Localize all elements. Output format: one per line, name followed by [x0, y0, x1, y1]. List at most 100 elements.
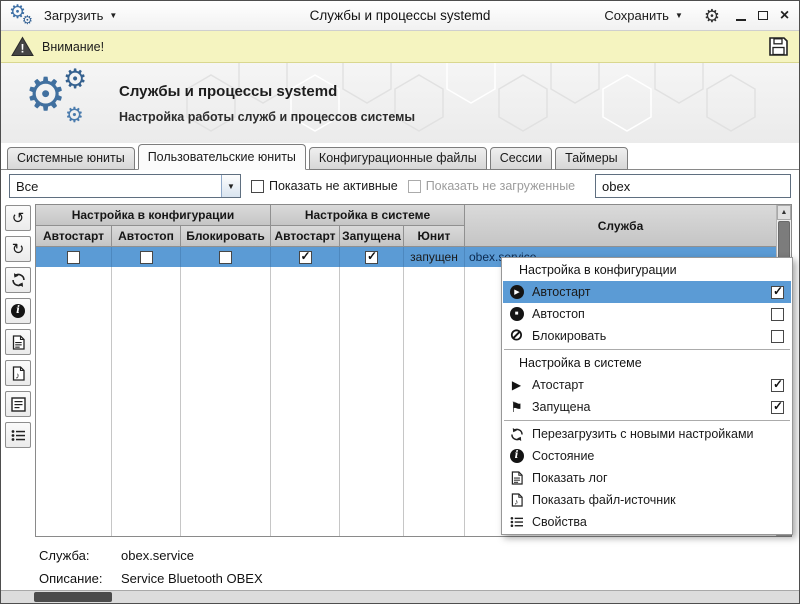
- titlebar-right: Сохранить ▼ ⚙ ×: [595, 4, 791, 27]
- journal-button[interactable]: [5, 391, 31, 417]
- titlebar: ⚙ ⚙ Загрузить ▼ Службы и процессы system…: [1, 1, 799, 31]
- show-log-button[interactable]: [5, 329, 31, 355]
- settings-gear-icon[interactable]: ⚙: [704, 7, 720, 25]
- checkbox-box[interactable]: [251, 179, 264, 193]
- warning-triangle-icon: !: [11, 36, 34, 56]
- scope-dropdown-value: Все: [16, 178, 39, 194]
- svg-text:♪: ♪: [15, 370, 20, 380]
- empty-column-area: [36, 267, 112, 536]
- chevron-down-icon: ▼: [109, 11, 118, 20]
- svg-text:!: !: [21, 42, 25, 56]
- config-block-checkbox[interactable]: [219, 250, 232, 264]
- tab-user-units[interactable]: Пользовательские юниты: [137, 144, 306, 170]
- cell-config-block[interactable]: [181, 247, 271, 267]
- menu-item-properties[interactable]: Свойства: [503, 511, 791, 533]
- context-menu-section-config: Настройка в конфигурации: [519, 263, 677, 277]
- tab-sessions[interactable]: Сессии: [489, 147, 553, 170]
- menu-item-show-source[interactable]: ♪ Показать файл-источник: [503, 489, 791, 511]
- column-header-block[interactable]: Блокировать: [181, 226, 271, 247]
- column-header-autostart-config[interactable]: Автостарт: [36, 226, 112, 247]
- block-icon: ⊘: [509, 327, 524, 344]
- show-unloaded-checkbox[interactable]: Показать не загруженные: [407, 179, 575, 193]
- group-header-system: Настройка в системе: [271, 205, 465, 226]
- page-title: Службы и процессы systemd: [119, 83, 338, 100]
- maximize-button[interactable]: [756, 9, 769, 22]
- warning-message: Внимание!: [42, 39, 105, 54]
- journal-icon: [10, 396, 26, 412]
- cell-config-autostop[interactable]: [112, 247, 181, 267]
- service-value: obex.service: [121, 548, 194, 563]
- refresh-button[interactable]: ↻: [5, 236, 31, 262]
- properties-button[interactable]: [5, 422, 31, 448]
- description-label: Описание:: [39, 571, 103, 586]
- context-menu-section-system: Настройка в системе: [519, 356, 642, 370]
- play-icon: ▶: [511, 378, 522, 392]
- scope-dropdown[interactable]: Все ▼: [9, 174, 241, 198]
- config-autostart-checkbox[interactable]: [67, 250, 80, 264]
- save-menu-button[interactable]: Сохранить ▼: [595, 4, 692, 27]
- tab-system-units[interactable]: Системные юниты: [7, 147, 135, 170]
- close-button[interactable]: ×: [778, 8, 791, 24]
- show-inactive-label: Показать не активные: [269, 179, 398, 193]
- menu-item-running[interactable]: ⚑ Запущена: [503, 396, 791, 418]
- system-running-checkbox[interactable]: [365, 249, 378, 264]
- scroll-up-icon[interactable]: ▲: [777, 205, 791, 220]
- column-header-autostart-system[interactable]: Автостарт: [271, 226, 340, 247]
- show-inactive-checkbox[interactable]: Показать не активные: [251, 179, 398, 193]
- description-value: Service Bluetooth OBEX: [121, 571, 263, 586]
- menu-autostart-checkbox[interactable]: [771, 284, 784, 299]
- menu-item-autostart[interactable]: ▶ Автостарт: [503, 281, 791, 303]
- tab-timers[interactable]: Таймеры: [555, 147, 628, 170]
- refresh-icon: ↻: [11, 241, 25, 258]
- page-header: ⚙ ⚙ ⚙ Службы и процессы systemd Настройк…: [1, 63, 799, 143]
- reload-units-button[interactable]: [5, 267, 31, 293]
- cell-system-running[interactable]: [340, 247, 404, 267]
- menu-item-reload[interactable]: Перезагрузить с новыми настройками: [503, 423, 791, 445]
- menu-running-checkbox[interactable]: [771, 399, 784, 414]
- menu-autostop-checkbox[interactable]: [771, 307, 784, 321]
- properties-list-icon: [11, 429, 25, 441]
- log-document-icon: [12, 334, 25, 350]
- menu-item-autostop[interactable]: ■ Автостоп: [503, 303, 791, 325]
- column-header-unit[interactable]: Юнит: [404, 226, 465, 247]
- cell-system-autostart[interactable]: [271, 247, 340, 267]
- save-to-file-icon[interactable]: [768, 36, 789, 57]
- load-menu-button[interactable]: Загрузить ▼: [35, 4, 126, 27]
- search-input[interactable]: [595, 174, 791, 198]
- empty-column-area: [112, 267, 181, 536]
- gear-icon: ⚙: [22, 12, 33, 27]
- history-button[interactable]: ↺: [5, 205, 31, 231]
- checkbox-box[interactable]: [407, 179, 421, 193]
- column-header-service[interactable]: Служба: [465, 205, 776, 247]
- show-source-button[interactable]: ♪: [5, 360, 31, 386]
- menu-item-sys-autostart[interactable]: ▶ Атостарт: [503, 374, 791, 396]
- stop-circle-icon: ■: [509, 307, 524, 321]
- play-circle-icon: ▶: [509, 285, 524, 299]
- minimize-button[interactable]: [734, 9, 747, 22]
- chevron-down-icon[interactable]: ▼: [221, 175, 240, 197]
- filter-bar: Все ▼ Показать не активные Показать не з…: [1, 170, 799, 202]
- scrollbar-thumb[interactable]: [34, 592, 112, 602]
- empty-column-area: [404, 267, 465, 536]
- status-panel: Служба: obex.service Описание: Service B…: [1, 542, 799, 592]
- group-header-config: Настройка в конфигурации: [36, 205, 271, 226]
- cell-unit-state[interactable]: запущен: [404, 247, 465, 267]
- column-header-autostop[interactable]: Автостоп: [112, 226, 181, 247]
- cell-config-autostart[interactable]: [36, 247, 112, 267]
- gear-icon: ⚙: [63, 64, 88, 94]
- tab-config-files[interactable]: Конфигурационные файлы: [308, 147, 487, 170]
- menu-block-checkbox[interactable]: [771, 329, 784, 343]
- history-icon: ↺: [11, 210, 25, 227]
- status-service-row: Служба: obex.service: [39, 548, 194, 563]
- menu-item-state[interactable]: i Состояние: [503, 445, 791, 467]
- config-autostop-checkbox[interactable]: [139, 250, 153, 264]
- system-autostart-checkbox[interactable]: [298, 249, 312, 264]
- column-header-running[interactable]: Запущена: [340, 226, 404, 247]
- status-button[interactable]: i: [5, 298, 31, 324]
- menu-item-block[interactable]: ⊘ Блокировать: [503, 325, 791, 347]
- menu-item-show-log[interactable]: Показать лог: [503, 467, 791, 489]
- horizontal-scrollbar[interactable]: [1, 590, 799, 603]
- menu-sys-autostart-checkbox[interactable]: [771, 377, 784, 392]
- flag-icon: ⚑: [510, 399, 523, 415]
- save-menu-label: Сохранить: [604, 8, 669, 23]
